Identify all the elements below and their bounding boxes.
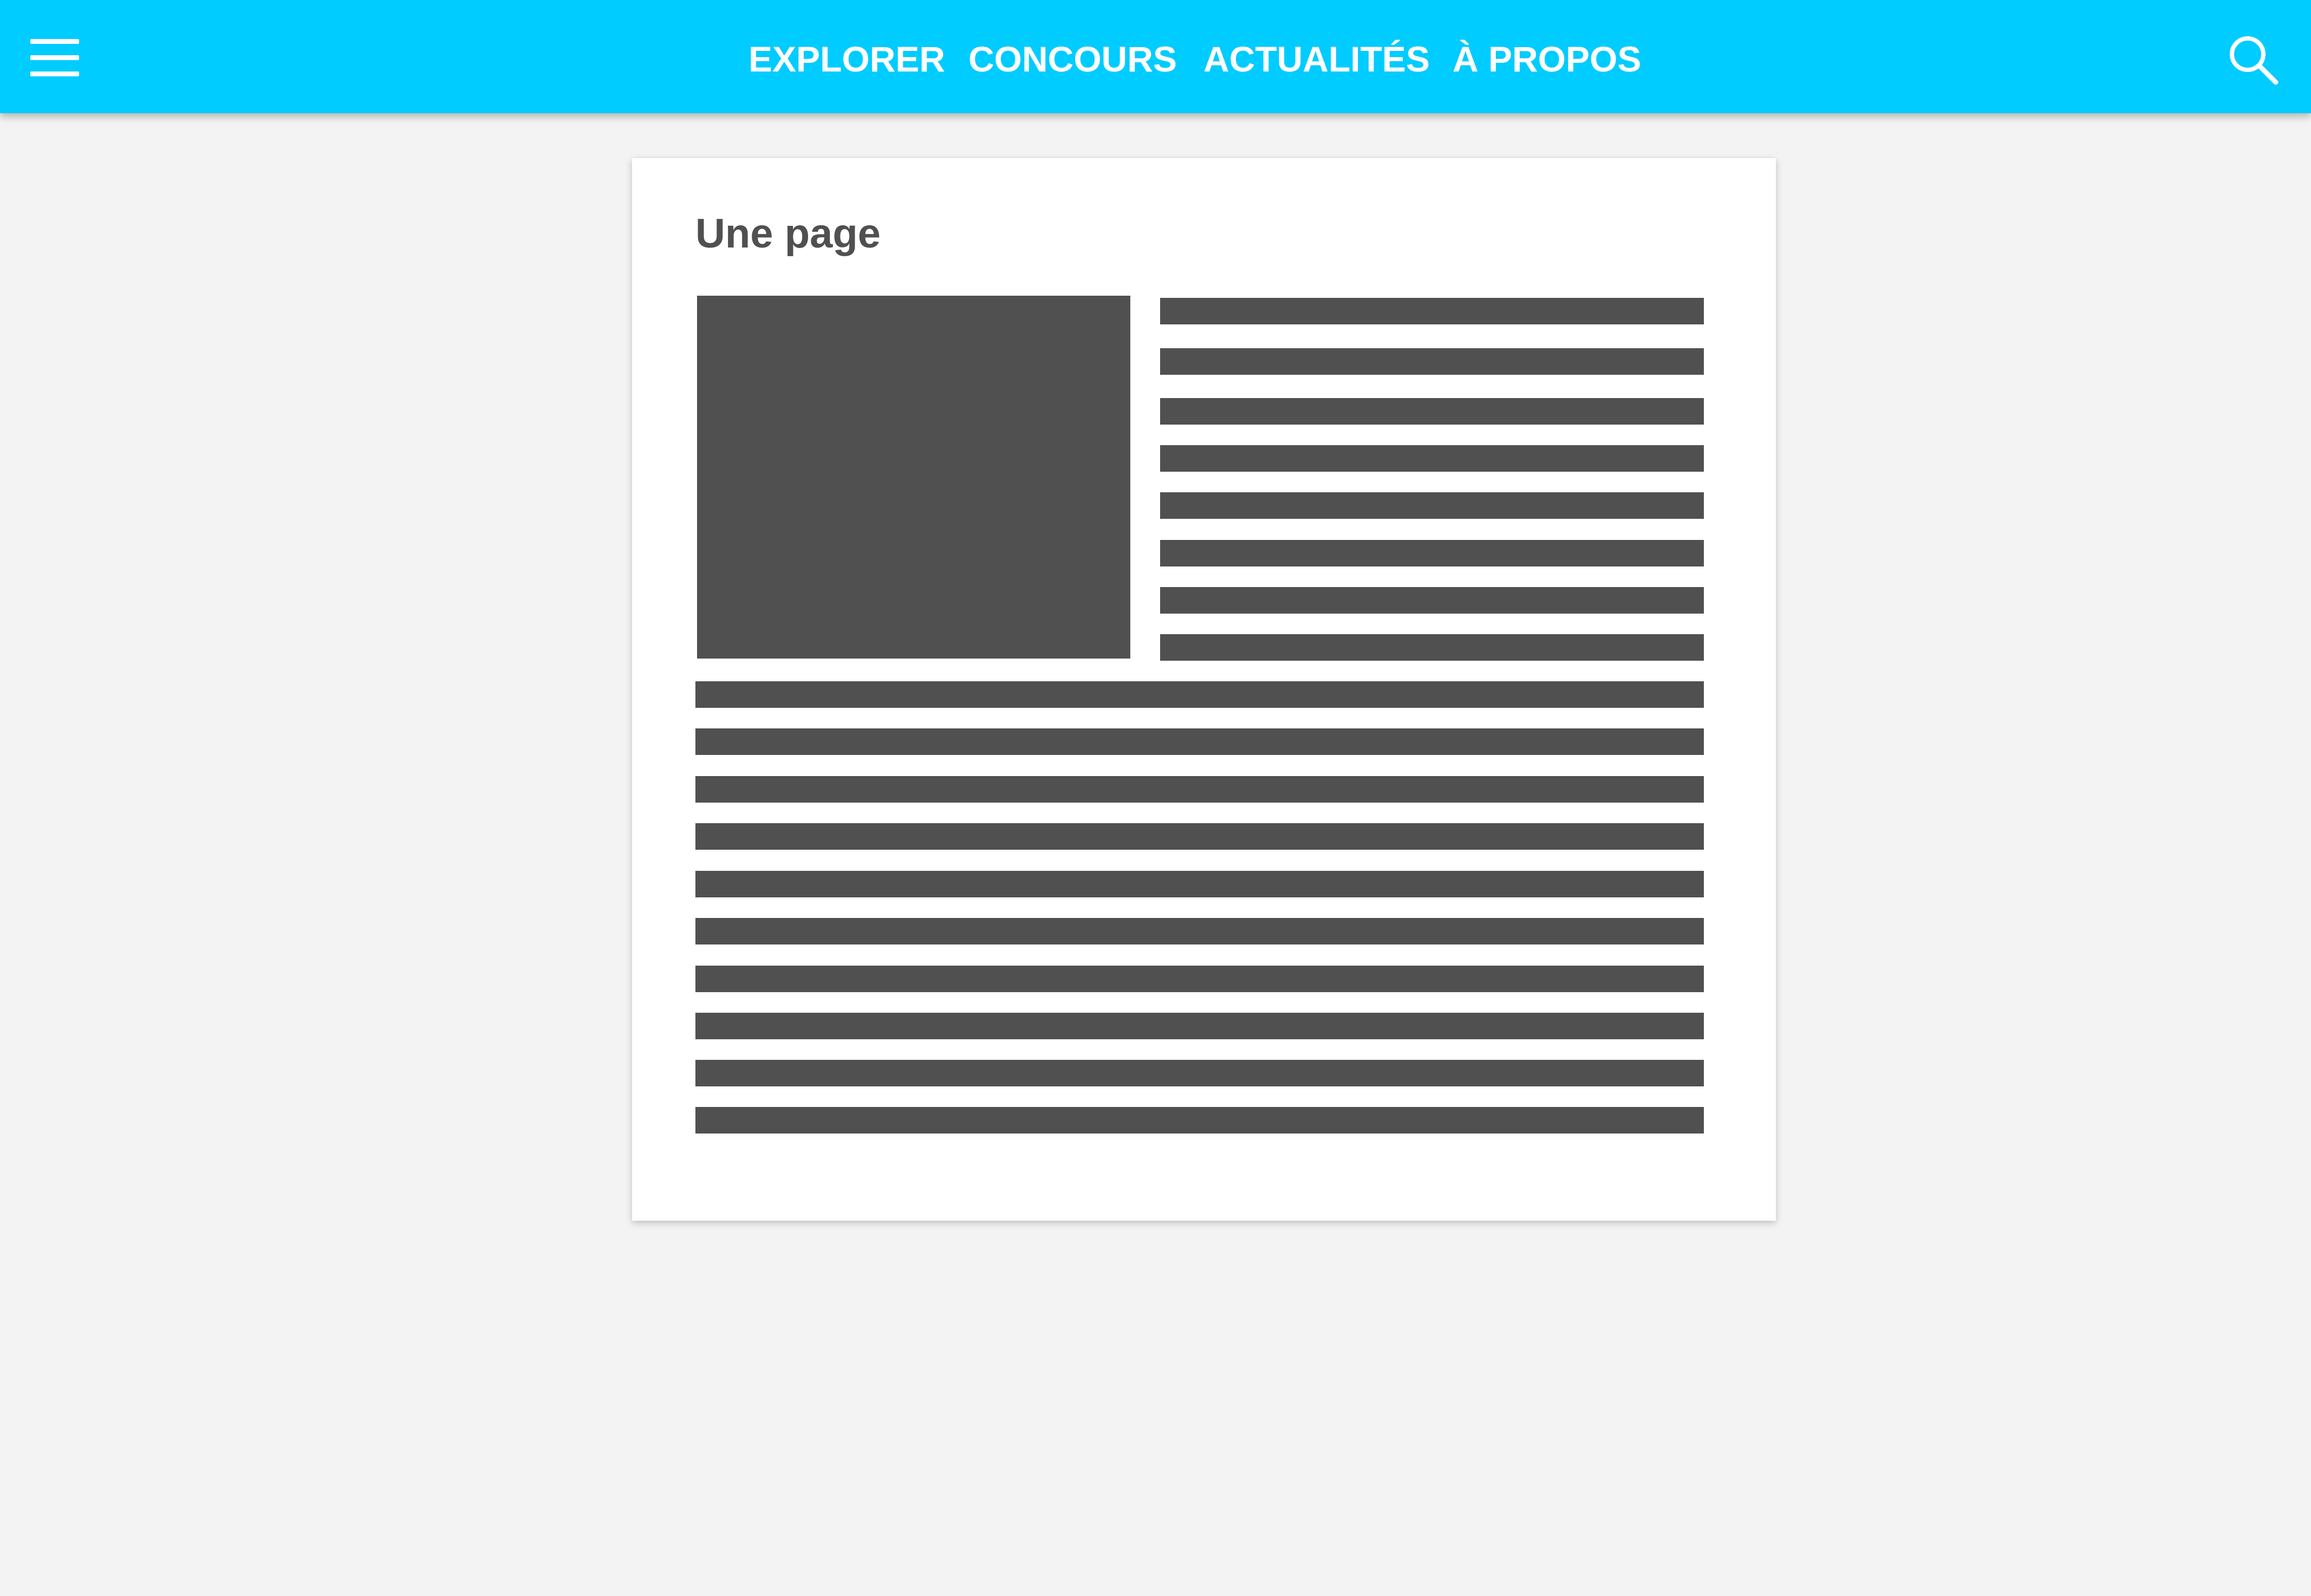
hamburger-menu-icon[interactable] bbox=[30, 34, 82, 79]
text-line-placeholder bbox=[1160, 445, 1704, 472]
text-line-placeholder bbox=[695, 871, 1704, 897]
search-icon[interactable] bbox=[2227, 34, 2280, 87]
text-line-placeholder bbox=[1160, 298, 1704, 324]
page-card: Une page bbox=[632, 158, 1776, 1221]
nav-link-actualites[interactable]: ACTUALITÉS bbox=[1203, 36, 1430, 82]
text-line-placeholder bbox=[1160, 634, 1704, 661]
menu-icon-bar bbox=[30, 55, 79, 60]
text-line-placeholder bbox=[1160, 492, 1704, 519]
text-line-placeholder bbox=[695, 918, 1704, 944]
text-line-placeholder bbox=[695, 1013, 1704, 1039]
menu-icon-bar bbox=[30, 71, 79, 76]
image-placeholder bbox=[697, 296, 1130, 659]
text-line-placeholder bbox=[695, 1060, 1704, 1086]
text-line-placeholder bbox=[1160, 348, 1704, 375]
top-navigation-bar: EXPLORER CONCOURS ACTUALITÉS À PROPOS bbox=[0, 0, 2311, 113]
nav-link-concours[interactable]: CONCOURS bbox=[968, 36, 1177, 82]
text-line-placeholder bbox=[1160, 398, 1704, 425]
nav-link-a-propos[interactable]: À PROPOS bbox=[1453, 36, 1641, 82]
text-line-placeholder bbox=[1160, 587, 1704, 614]
page-title: Une page bbox=[695, 211, 881, 257]
main-navigation: EXPLORER CONCOURS ACTUALITÉS À PROPOS bbox=[747, 36, 1646, 82]
text-line-placeholder bbox=[695, 776, 1704, 803]
nav-link-explorer[interactable]: EXPLORER bbox=[748, 36, 945, 82]
search-icon-graphic bbox=[2230, 36, 2279, 85]
text-line-placeholder bbox=[1160, 540, 1704, 566]
text-line-placeholder bbox=[695, 966, 1704, 992]
text-line-placeholder bbox=[695, 728, 1704, 755]
text-line-placeholder bbox=[695, 823, 1704, 850]
text-line-placeholder bbox=[695, 1107, 1704, 1134]
menu-icon-bar bbox=[30, 39, 79, 44]
text-line-placeholder bbox=[695, 681, 1704, 708]
